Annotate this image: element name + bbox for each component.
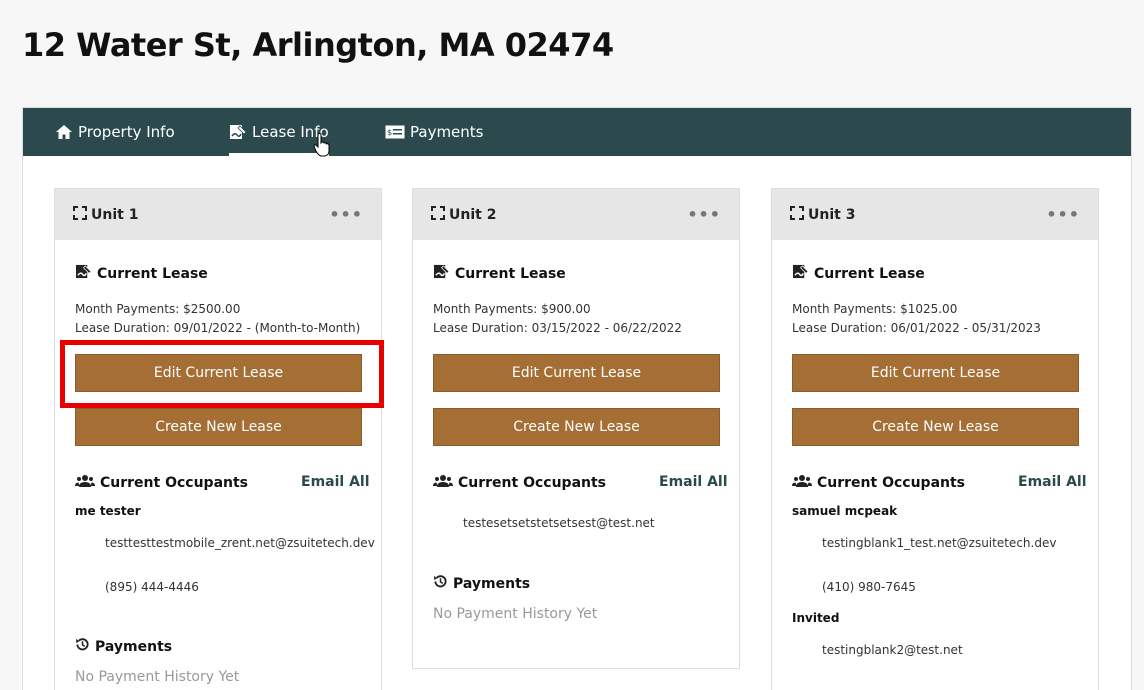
edit-current-lease-button[interactable]: Edit Current Lease — [433, 354, 720, 392]
lease-sign-icon — [229, 124, 247, 140]
occupant-name: samuel mcpeak — [792, 504, 898, 518]
page-title: 12 Water St, Arlington, MA 02474 — [22, 26, 614, 64]
occupant-email[interactable]: testingblank1_test.net@zsuitetech.dev — [822, 536, 1056, 550]
highlight-box — [60, 340, 384, 408]
unit-header: Unit 2 ••• — [413, 189, 739, 240]
occupant-phone[interactable]: (895) 444-4446 — [105, 580, 199, 594]
occupant-email[interactable]: testesetsetstetsetsest@test.net — [463, 516, 655, 530]
lease-duration: Lease Duration: 06/01/2022 - 05/31/2023 — [792, 321, 1041, 335]
history-icon — [433, 574, 448, 593]
occupant-name: me tester — [75, 504, 141, 518]
users-icon — [75, 474, 95, 492]
more-options-icon[interactable]: ••• — [1046, 205, 1080, 224]
unit-name: Unit 2 — [449, 206, 497, 223]
expand-icon — [73, 205, 87, 224]
month-payments: Month Payments: $900.00 — [433, 302, 591, 316]
month-payments: Month Payments: $2500.00 — [75, 302, 241, 316]
invited-heading: Invited — [792, 611, 840, 625]
section-title: Current Occupants — [458, 475, 607, 491]
occupants-heading: Current Occupants — [433, 474, 606, 492]
payment-card-icon: $ — [385, 125, 405, 139]
lease-sign-icon — [75, 264, 92, 283]
payments-heading: Payments — [75, 637, 172, 656]
users-icon — [792, 474, 812, 492]
svg-text:$: $ — [387, 128, 392, 137]
occupants-heading: Current Occupants — [792, 474, 965, 492]
section-title: Current Occupants — [817, 475, 966, 491]
create-new-lease-button[interactable]: Create New Lease — [75, 408, 362, 446]
lease-sign-icon — [792, 264, 809, 283]
occupant-phone[interactable]: (410) 980-7645 — [822, 580, 916, 594]
email-all-link[interactable]: Email All — [1018, 474, 1087, 490]
users-icon — [433, 474, 453, 492]
payments-heading: Payments — [433, 574, 530, 593]
email-all-link[interactable]: Email All — [659, 474, 728, 490]
section-title: Current Lease — [455, 265, 566, 282]
occupant-email[interactable]: testtesttestmobile_zrent.net@zsuitetech.… — [105, 536, 375, 550]
section-title: Current Lease — [97, 265, 208, 282]
tab-label: Payments — [410, 123, 484, 141]
section-title: Current Occupants — [100, 475, 249, 491]
expand-icon — [790, 205, 804, 224]
section-title: Payments — [95, 638, 173, 655]
invited-email[interactable]: testingblank2@test.net — [822, 643, 963, 657]
create-new-lease-button[interactable]: Create New Lease — [433, 408, 720, 446]
occupants-heading: Current Occupants — [75, 474, 248, 492]
current-lease-heading: Current Lease — [433, 264, 566, 283]
email-all-link[interactable]: Email All — [301, 474, 370, 490]
current-lease-heading: Current Lease — [792, 264, 925, 283]
tab-property-info[interactable]: Property Info — [55, 108, 175, 156]
payments-empty: No Payment History Yet — [433, 606, 598, 622]
unit-header: Unit 1 ••• — [55, 189, 381, 240]
more-options-icon[interactable]: ••• — [687, 205, 721, 224]
hand-cursor-icon — [313, 133, 331, 161]
create-new-lease-button[interactable]: Create New Lease — [792, 408, 1079, 446]
unit-name: Unit 1 — [91, 206, 139, 223]
lease-sign-icon — [433, 264, 450, 283]
current-lease-heading: Current Lease — [75, 264, 208, 283]
tab-label: Property Info — [78, 123, 175, 141]
expand-icon — [431, 205, 445, 224]
month-payments: Month Payments: $1025.00 — [792, 302, 958, 316]
lease-duration: Lease Duration: 09/01/2022 - (Month-to-M… — [75, 321, 361, 335]
edit-current-lease-button[interactable]: Edit Current Lease — [792, 354, 1079, 392]
tab-payments[interactable]: $ Payments — [385, 108, 483, 156]
unit-name: Unit 3 — [808, 206, 856, 223]
tab-bar: Property Info Lease Info $ Payments — [23, 108, 1131, 156]
lease-duration: Lease Duration: 03/15/2022 - 06/22/2022 — [433, 321, 682, 335]
section-title: Payments — [453, 575, 531, 592]
section-title: Current Lease — [814, 265, 925, 282]
home-icon — [55, 124, 73, 140]
payments-empty: No Payment History Yet — [75, 669, 240, 685]
history-icon — [75, 637, 90, 656]
more-options-icon[interactable]: ••• — [329, 205, 363, 224]
unit-header: Unit 3 ••• — [772, 189, 1098, 240]
